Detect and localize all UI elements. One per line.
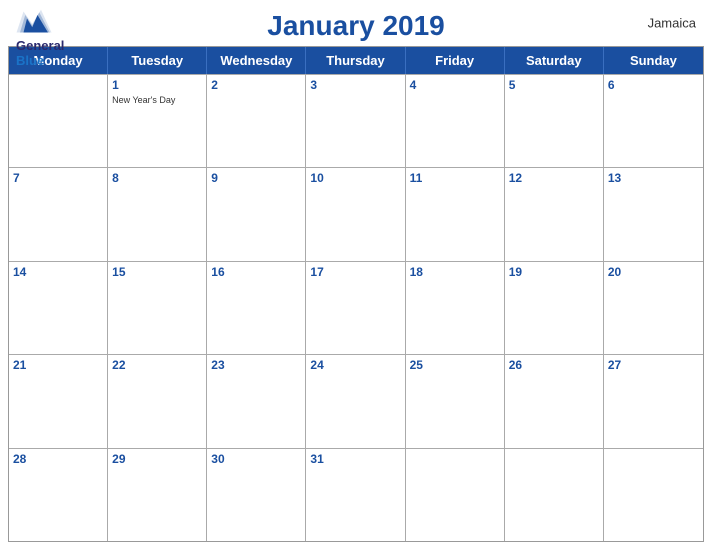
day-number: 27	[608, 358, 699, 374]
day-cell-jan-6: 6	[604, 75, 703, 167]
day-cell-jan-19: 19	[505, 262, 604, 354]
day-cell-jan-21: 21	[9, 355, 108, 447]
week-row-3: 14 15 16 17 18 19 20	[9, 261, 703, 354]
day-number: 6	[608, 78, 699, 94]
day-number: 29	[112, 452, 202, 468]
header-sunday: Sunday	[604, 47, 703, 74]
day-number: 11	[410, 171, 500, 187]
day-cell-jan-24: 24	[306, 355, 405, 447]
calendar-header: General Blue January 2019 Jamaica	[0, 0, 712, 46]
day-cell-jan-8: 8	[108, 168, 207, 260]
day-number: 16	[211, 265, 301, 281]
day-number: 21	[13, 358, 103, 374]
day-cell-jan-20: 20	[604, 262, 703, 354]
day-cell-empty-3	[505, 449, 604, 541]
day-cell-jan-22: 22	[108, 355, 207, 447]
weeks-container: 1 New Year's Day 2 3 4 5 6	[9, 74, 703, 541]
day-number: 22	[112, 358, 202, 374]
day-number: 23	[211, 358, 301, 374]
header-wednesday: Wednesday	[207, 47, 306, 74]
day-number: 15	[112, 265, 202, 281]
day-cell-empty-2	[406, 449, 505, 541]
calendar-grid: Monday Tuesday Wednesday Thursday Friday…	[8, 46, 704, 542]
day-number: 24	[310, 358, 400, 374]
day-cell-jan-1: 1 New Year's Day	[108, 75, 207, 167]
day-headers-row: Monday Tuesday Wednesday Thursday Friday…	[9, 47, 703, 74]
day-cell-jan-26: 26	[505, 355, 604, 447]
day-cell-jan-27: 27	[604, 355, 703, 447]
country-label: Jamaica	[648, 16, 696, 31]
day-number: 7	[13, 171, 103, 187]
day-cell-jan-16: 16	[207, 262, 306, 354]
day-cell-jan-17: 17	[306, 262, 405, 354]
day-cell-jan-13: 13	[604, 168, 703, 260]
day-cell-jan-3: 3	[306, 75, 405, 167]
day-number: 5	[509, 78, 599, 94]
day-cell-jan-5: 5	[505, 75, 604, 167]
day-number: 12	[509, 171, 599, 187]
day-cell-jan-14: 14	[9, 262, 108, 354]
day-number: 25	[410, 358, 500, 374]
day-cell-jan-23: 23	[207, 355, 306, 447]
logo: General Blue	[16, 8, 64, 68]
week-row-5: 28 29 30 31	[9, 448, 703, 541]
calendar-page: General Blue January 2019 Jamaica Monday…	[0, 0, 712, 550]
day-number: 19	[509, 265, 599, 281]
day-cell-jan-30: 30	[207, 449, 306, 541]
day-number: 4	[410, 78, 500, 94]
week-row-2: 7 8 9 10 11 12 13	[9, 167, 703, 260]
day-number: 13	[608, 171, 699, 187]
day-number: 20	[608, 265, 699, 281]
header-thursday: Thursday	[306, 47, 405, 74]
day-cell-jan-29: 29	[108, 449, 207, 541]
day-cell-jan-18: 18	[406, 262, 505, 354]
logo-icon	[16, 8, 52, 36]
day-cell-jan-7: 7	[9, 168, 108, 260]
week-row-1: 1 New Year's Day 2 3 4 5 6	[9, 74, 703, 167]
day-cell-empty-4	[604, 449, 703, 541]
day-cell-jan-10: 10	[306, 168, 405, 260]
calendar-title: January 2019	[267, 10, 444, 42]
logo-blue: Blue	[16, 53, 44, 68]
day-number: 2	[211, 78, 301, 94]
week-row-4: 21 22 23 24 25 26 27	[9, 354, 703, 447]
header-friday: Friday	[406, 47, 505, 74]
day-number: 18	[410, 265, 500, 281]
day-number: 14	[13, 265, 103, 281]
day-number: 8	[112, 171, 202, 187]
day-cell-jan-9: 9	[207, 168, 306, 260]
day-cell-jan-28: 28	[9, 449, 108, 541]
day-cell-jan-12: 12	[505, 168, 604, 260]
day-number: 30	[211, 452, 301, 468]
day-number: 28	[13, 452, 103, 468]
day-cell-jan-11: 11	[406, 168, 505, 260]
day-event: New Year's Day	[112, 95, 202, 106]
day-number: 3	[310, 78, 400, 94]
day-cell-jan-15: 15	[108, 262, 207, 354]
day-number: 9	[211, 171, 301, 187]
day-cell-jan-25: 25	[406, 355, 505, 447]
day-cell-empty-1	[9, 75, 108, 167]
logo-general: General	[16, 38, 64, 53]
day-cell-jan-4: 4	[406, 75, 505, 167]
header-tuesday: Tuesday	[108, 47, 207, 74]
header-saturday: Saturday	[505, 47, 604, 74]
day-number: 26	[509, 358, 599, 374]
day-number: 17	[310, 265, 400, 281]
day-number: 10	[310, 171, 400, 187]
day-number: 31	[310, 452, 400, 468]
day-cell-jan-31: 31	[306, 449, 405, 541]
day-cell-jan-2: 2	[207, 75, 306, 167]
day-number: 1	[112, 78, 202, 94]
